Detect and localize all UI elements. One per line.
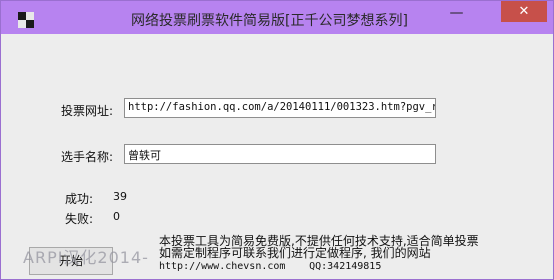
minimize-icon: — <box>449 5 464 21</box>
watermark: ARPI汉化2014- <box>23 248 149 267</box>
title-bar[interactable]: 网络投票刷票软件简易版[正千公司梦想系列] — ✕ <box>1 1 553 34</box>
fail-count: 0 <box>113 210 120 223</box>
notice-line-3: http://www.chevsn.com QQ:342149815 <box>159 259 479 273</box>
qq-number: QQ:342149815 <box>309 261 382 272</box>
minimize-button[interactable]: — <box>442 1 471 22</box>
name-field[interactable]: 曾轶可 <box>124 144 436 164</box>
window-title: 网络投票刷票软件简易版[正千公司梦想系列] <box>131 13 408 29</box>
close-icon: ✕ <box>518 4 530 19</box>
url-field[interactable]: http://fashion.qq.com/a/20140111/001323.… <box>124 98 436 118</box>
success-count: 39 <box>113 190 127 203</box>
notice-line-2: 如需定制程序可联系我们进行定做程序, 我们的网站 <box>159 246 431 260</box>
url-label: 投票网址: <box>61 104 114 118</box>
fail-label: 失败: <box>65 212 94 226</box>
close-button[interactable]: ✕ <box>501 1 547 22</box>
name-label: 选手名称: <box>61 150 114 164</box>
website-link[interactable]: http://www.chevsn.com <box>159 261 285 272</box>
main-window: 网络投票刷票软件简易版[正千公司梦想系列] — ✕ 投票网址: http://f… <box>0 0 554 280</box>
success-label: 成功: <box>65 192 94 206</box>
notice-text: 本投票工具为简易免费版,不提供任何技术支持,适合简单投票 如需定制程序可联系我们… <box>159 235 479 273</box>
app-icon[interactable] <box>18 12 34 28</box>
